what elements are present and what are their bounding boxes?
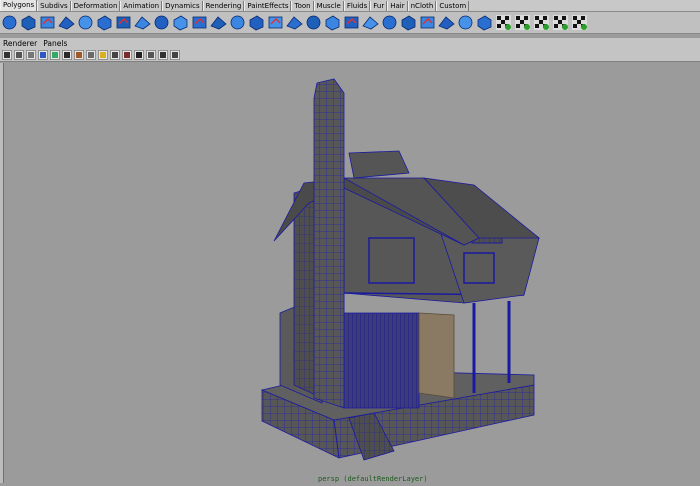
smooth-icon[interactable] — [172, 14, 189, 31]
separate-icon[interactable] — [134, 14, 151, 31]
camera-name-label: persp (defaultRenderLayer) — [318, 475, 428, 483]
cut-faces-icon[interactable] — [438, 14, 455, 31]
outliner-view-icon[interactable] — [170, 49, 180, 60]
shelf-tab-muscle[interactable]: Muscle — [313, 1, 344, 11]
poly-sphere-icon[interactable] — [1, 14, 18, 31]
bevel-icon[interactable] — [362, 14, 379, 31]
bridge-icon[interactable] — [248, 14, 265, 31]
camera-attr-icon[interactable] — [14, 49, 24, 60]
extrude-icon[interactable] — [229, 14, 246, 31]
shelf-tab-subdivs[interactable]: Subdivs — [37, 1, 71, 11]
shelf-tab-rendering[interactable]: Rendering — [202, 1, 245, 11]
shadows-icon[interactable] — [110, 49, 120, 60]
poke-icon[interactable] — [419, 14, 436, 31]
front-door-wall[interactable] — [343, 312, 420, 409]
camera-select-icon[interactable] — [2, 49, 12, 60]
combine-icon[interactable] — [115, 14, 132, 31]
split-icon[interactable] — [286, 14, 303, 31]
image-plane-icon[interactable] — [38, 49, 48, 60]
panel-toolbar — [0, 48, 700, 62]
shelf-tab-deformation[interactable]: Deformation — [70, 1, 121, 11]
lights-icon[interactable] — [98, 49, 108, 60]
house-model[interactable] — [4, 63, 700, 483]
single-view-icon[interactable] — [146, 49, 156, 60]
bookmark-icon[interactable] — [26, 49, 36, 60]
shelf-tab-dynamics[interactable]: Dynamics — [162, 1, 203, 11]
shelf-tab-ncloth[interactable]: nCloth — [407, 1, 437, 11]
shelf-tab-fur[interactable]: Fur — [370, 1, 388, 11]
poly-cube-icon[interactable] — [20, 14, 37, 31]
curtain — [418, 312, 455, 399]
uv-editor-icon[interactable] — [457, 14, 474, 31]
panel-menu-panels[interactable]: Panels — [40, 39, 70, 48]
spherical-map-icon[interactable] — [514, 14, 531, 31]
poly-plane-icon[interactable] — [77, 14, 94, 31]
boolean-icon[interactable] — [191, 14, 208, 31]
xray-icon[interactable] — [134, 49, 144, 60]
isolate-icon[interactable] — [122, 49, 132, 60]
grid-icon[interactable] — [50, 49, 60, 60]
append-icon[interactable] — [267, 14, 284, 31]
four-view-icon[interactable] — [158, 49, 168, 60]
chimney-mesh[interactable] — [313, 78, 345, 409]
extract-icon[interactable] — [153, 14, 170, 31]
mirror-icon[interactable] — [210, 14, 227, 31]
auto-map-icon[interactable] — [533, 14, 550, 31]
offset-edge-loop-icon[interactable] — [324, 14, 341, 31]
panel-menubar: Renderer Panels — [0, 38, 700, 48]
textured-icon[interactable] — [86, 49, 96, 60]
poly-cylinder-icon[interactable] — [39, 14, 56, 31]
merge-icon[interactable] — [343, 14, 360, 31]
shelf-tab-polygons[interactable]: Polygons — [0, 0, 38, 11]
sew-uv-icon[interactable] — [552, 14, 569, 31]
shelf-tab-custom[interactable]: Custom — [436, 1, 470, 11]
shelf-tab-painteffects[interactable]: PaintEffects — [244, 1, 292, 11]
duplicate-face-icon[interactable] — [400, 14, 417, 31]
shelf-toolbar — [0, 12, 700, 34]
smooth-shade-icon[interactable] — [74, 49, 84, 60]
panel-menu-renderer[interactable]: Renderer — [0, 39, 40, 48]
shelf-tab-toon[interactable]: Toon — [291, 1, 314, 11]
3d-viewport[interactable] — [3, 63, 700, 483]
poly-torus-icon[interactable] — [96, 14, 113, 31]
poly-cone-icon[interactable] — [58, 14, 75, 31]
cylindrical-map-icon[interactable] — [495, 14, 512, 31]
shelf-tab-fluids[interactable]: Fluids — [343, 1, 371, 11]
shelf-tab-hair[interactable]: Hair — [387, 1, 408, 11]
planar-map-icon[interactable] — [476, 14, 493, 31]
wedge-icon[interactable] — [381, 14, 398, 31]
shelf-tab-animation[interactable]: Animation — [120, 1, 163, 11]
shelf-tab-bar: Polygons Subdivs Deformation Animation Dynam… — [0, 0, 700, 12]
select-tool-icon[interactable] — [571, 14, 588, 31]
wireframe-icon[interactable] — [62, 49, 72, 60]
insert-edge-loop-icon[interactable] — [305, 14, 322, 31]
